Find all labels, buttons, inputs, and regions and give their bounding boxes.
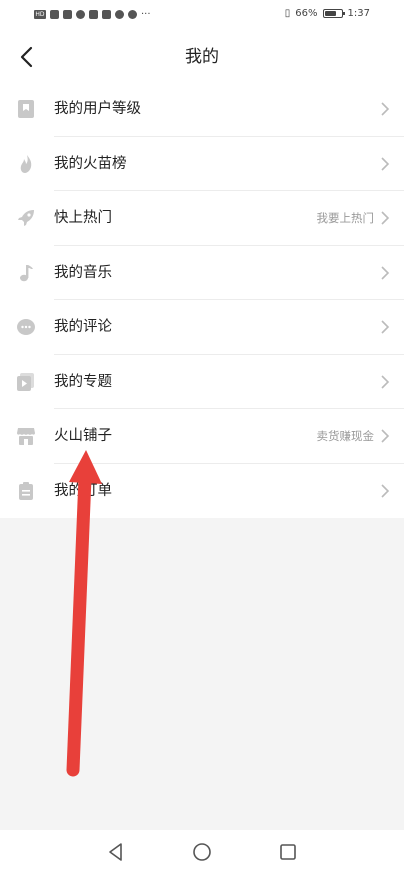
- back-arrow-icon: [20, 46, 33, 68]
- chevron-right-icon: [381, 374, 390, 389]
- topic-icon: [17, 372, 34, 391]
- menu-item-label: 我的订单: [54, 482, 112, 499]
- menu-list: 我的用户等级 我的火苗榜 快上热门 我要上热门 我的音乐 我的评论 我的专题 火…: [0, 82, 404, 518]
- chevron-right-icon: [381, 320, 390, 334]
- app-notification-icon: [128, 10, 137, 19]
- more-notifications-icon: ···: [141, 9, 151, 20]
- system-home-button[interactable]: [190, 840, 214, 864]
- bookmark-icon: [18, 100, 34, 118]
- chevron-right-icon: [381, 429, 390, 443]
- triangle-back-icon: [109, 843, 122, 861]
- chevron-right-icon: [381, 102, 390, 116]
- menu-item-orders[interactable]: 我的订单: [0, 464, 404, 519]
- music-note-icon: [20, 264, 33, 281]
- app-notification-icon: [76, 10, 85, 19]
- rocket-icon: [18, 210, 34, 226]
- menu-item-comments[interactable]: 我的评论: [0, 300, 404, 355]
- menu-item-go-trending[interactable]: 快上热门 我要上热门: [0, 191, 404, 246]
- chevron-right-icon: [381, 265, 390, 280]
- menu-item-shop[interactable]: 火山铺子 卖货赚现金: [0, 409, 404, 464]
- menu-item-label: 我的火苗榜: [54, 155, 127, 172]
- back-button[interactable]: [12, 42, 42, 72]
- menu-item-label: 我的用户等级: [54, 101, 141, 117]
- vibrate-icon: ▯: [284, 8, 291, 19]
- battery-level: [324, 11, 336, 16]
- menu-item-label: 我的评论: [54, 319, 112, 335]
- system-back-button[interactable]: [104, 840, 128, 864]
- menu-item-label: 火山铺子: [54, 428, 112, 444]
- menu-item-hint: 我要上热门: [316, 211, 375, 225]
- hd-icon: HD: [34, 10, 46, 19]
- chevron-right-icon: [381, 211, 390, 225]
- wifi-icon: [63, 10, 72, 19]
- menu-item-topics[interactable]: 我的专题: [0, 355, 404, 410]
- flame-icon: [20, 154, 32, 173]
- menu-item-hint: 卖货赚现金: [316, 429, 375, 443]
- menu-item-flame-ranking[interactable]: 我的火苗榜: [0, 137, 404, 192]
- comment-icon: [17, 319, 35, 335]
- menu-item-user-level[interactable]: 我的用户等级: [0, 82, 404, 137]
- menu-item-label: 我的专题: [54, 373, 112, 390]
- app-notification-icon: [89, 10, 98, 19]
- battery-percent: 66%: [295, 8, 318, 19]
- status-bar: HD ··· ▯ 66% 1:37: [0, 0, 404, 32]
- clock: 1:37: [347, 8, 370, 19]
- shop-icon: [17, 428, 35, 445]
- chevron-right-icon: [381, 156, 390, 171]
- menu-item-music[interactable]: 我的音乐: [0, 246, 404, 301]
- battery-icon: [322, 9, 345, 18]
- chevron-right-icon: [381, 483, 390, 498]
- penguin-icon: [115, 10, 124, 19]
- circle-home-icon: [193, 843, 211, 861]
- signal-icon: [50, 10, 59, 19]
- square-recents-icon: [280, 844, 296, 860]
- order-icon: [19, 481, 33, 500]
- menu-item-label: 快上热门: [54, 210, 112, 226]
- menu-item-label: 我的音乐: [54, 264, 112, 281]
- system-nav-bar: [0, 830, 404, 875]
- system-recents-button[interactable]: [276, 840, 300, 864]
- page-title: 我的: [185, 47, 219, 67]
- status-icons-left: HD ···: [34, 9, 151, 20]
- nav-bar: 我的: [0, 32, 404, 82]
- shield-icon: [102, 10, 111, 19]
- status-icons-right: ▯ 66% 1:37: [285, 8, 370, 19]
